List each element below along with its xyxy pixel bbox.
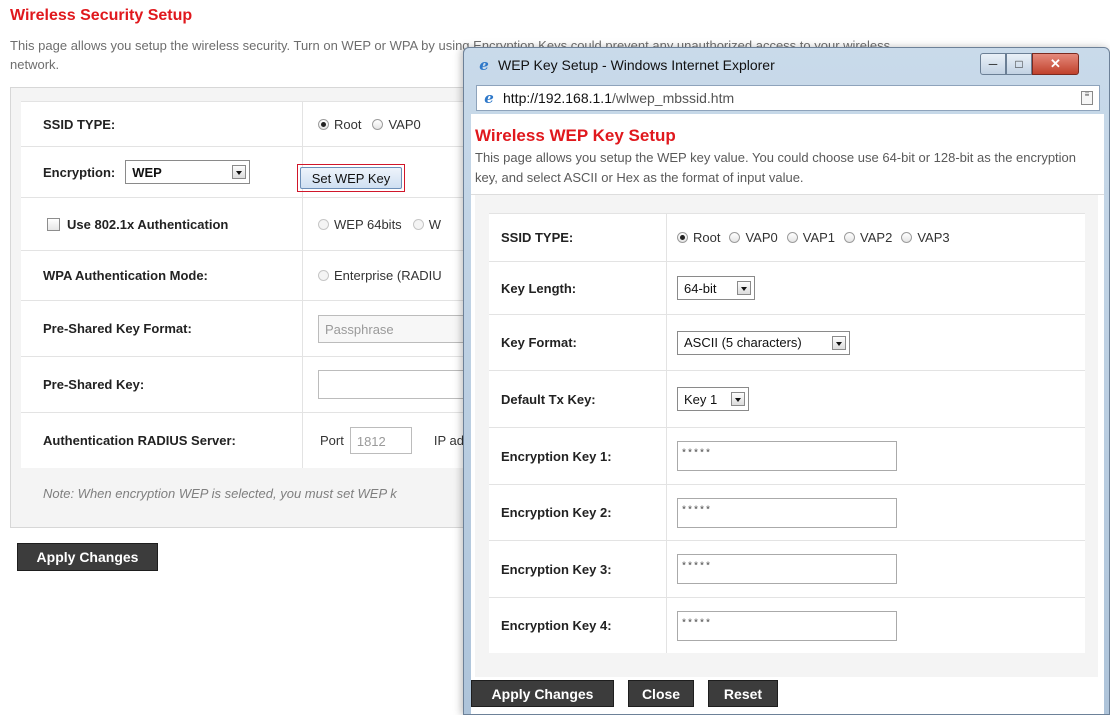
radio-icon xyxy=(318,118,329,130)
radius-server-row: Authentication RADIUS Server: Port 1812 … xyxy=(21,412,511,468)
key-format-select[interactable]: ASCII (5 characters) xyxy=(677,330,850,355)
minimize-button[interactable]: ─ xyxy=(980,53,1006,75)
wep-128bits-radio[interactable]: W xyxy=(412,217,441,232)
psk-row: Pre-Shared Key: xyxy=(21,356,511,412)
radio-icon xyxy=(786,232,798,243)
popup-ssid-root-radio[interactable]: Root xyxy=(677,230,720,245)
encryption-key-3-label: Encryption Key 3: xyxy=(489,541,667,597)
maximize-button[interactable]: □ xyxy=(1006,53,1032,75)
port-label: Port xyxy=(320,433,344,448)
address-host: http://192.168.1.1 xyxy=(503,90,612,106)
popup-ssid-vap3-radio[interactable]: VAP3 xyxy=(901,230,950,245)
use-8021x-label: Use 802.1x Authentication xyxy=(67,216,229,232)
key-format-row: Key Format: ASCII (5 characters) xyxy=(489,314,1085,370)
encryption-key-1-row: Encryption Key 1: ***** xyxy=(489,427,1085,484)
ssid-root-radio[interactable]: Root xyxy=(318,117,361,132)
popup-content: Wireless WEP Key Setup This page allows … xyxy=(471,114,1104,714)
address-path: /wlwep_mbssid.htm xyxy=(611,90,735,106)
psk-format-label: Pre-Shared Key Format: xyxy=(21,301,303,356)
encryption-key-2-label: Encryption Key 2: xyxy=(489,485,667,540)
radio-icon xyxy=(318,270,329,281)
ip-address-label: IP ad xyxy=(433,433,464,448)
encryption-key-4-label: Encryption Key 4: xyxy=(489,598,667,653)
note-row: Note: When encryption WEP is selected, y… xyxy=(21,468,511,520)
popup-ssid-row: SSID TYPE: Root VAP0 VAP1 VAP2 VAP3 xyxy=(489,213,1085,261)
radius-server-label: Authentication RADIUS Server: xyxy=(21,413,303,468)
window-close-button[interactable]: ✕ xyxy=(1032,53,1079,75)
popup-ssid-label: SSID TYPE: xyxy=(489,214,667,261)
popup-ssid-vap2-radio[interactable]: VAP2 xyxy=(844,230,892,245)
encryption-key-2-input[interactable]: ***** xyxy=(677,497,897,528)
radio-icon xyxy=(844,232,856,243)
key-length-row: Key Length: 64-bit xyxy=(489,261,1085,314)
encryption-row: Encryption: WEP xyxy=(21,146,511,197)
key-length-select[interactable]: 64-bit xyxy=(677,276,755,300)
popup-apply-changes-button[interactable]: Apply Changes xyxy=(471,680,614,707)
encryption-key-4-row: Encryption Key 4: ***** xyxy=(489,597,1085,653)
encryption-key-4-input[interactable]: ***** xyxy=(677,610,897,641)
page-title: Wireless Security Setup xyxy=(10,7,193,24)
encryption-key-3-row: Encryption Key 3: ***** xyxy=(489,540,1085,597)
encryption-key-1-label: Encryption Key 1: xyxy=(489,428,667,484)
key-length-label: Key Length: xyxy=(489,262,667,314)
port-input[interactable]: 1812 xyxy=(349,427,412,454)
radio-icon xyxy=(677,232,688,243)
set-wep-key-button[interactable]: Set WEP Key xyxy=(297,164,405,192)
window-title: WEP Key Setup - Windows Internet Explore… xyxy=(498,57,775,73)
page-ie-icon: e xyxy=(484,89,494,107)
internet-explorer-icon: e xyxy=(479,56,489,74)
use-8021x-checkbox[interactable] xyxy=(47,217,60,231)
default-tx-key-label: Default Tx Key: xyxy=(489,371,667,427)
maximize-icon: □ xyxy=(1015,57,1023,71)
wep-key-panel: SSID TYPE: Root VAP0 VAP1 VAP2 VAP3 Key … xyxy=(475,195,1098,677)
psk-label: Pre-Shared Key: xyxy=(21,357,303,412)
popup-button-bar: Apply Changes Close Reset xyxy=(471,680,778,707)
address-bar[interactable]: e http://192.168.1.1/wlwep_mbssid.htm ≡ xyxy=(476,85,1100,111)
default-tx-key-select[interactable]: Key 1 xyxy=(677,387,749,411)
encryption-label: Encryption: xyxy=(43,164,116,180)
radio-icon xyxy=(318,218,329,230)
minimize-icon: ─ xyxy=(988,57,998,71)
apply-changes-button[interactable]: Apply Changes xyxy=(17,543,158,571)
radio-icon xyxy=(901,232,913,243)
popup-description: This page allows you setup the WEP key v… xyxy=(475,150,1077,185)
key-format-label: Key Format: xyxy=(489,315,667,370)
popup-page-title: Wireless WEP Key Setup xyxy=(475,126,676,145)
default-tx-key-row: Default Tx Key: Key 1 xyxy=(489,370,1085,427)
chevron-down-icon xyxy=(232,165,247,179)
close-icon: ✕ xyxy=(1050,56,1061,71)
popup-close-button[interactable]: Close xyxy=(628,680,694,707)
wep-note: Note: When encryption WEP is selected, y… xyxy=(43,486,397,501)
encryption-select[interactable]: WEP xyxy=(125,160,251,184)
security-settings-panel: SSID TYPE: Root VAP0 Encryption: WEP Use… xyxy=(10,87,511,528)
encryption-key-2-row: Encryption Key 2: ***** xyxy=(489,484,1085,540)
chevron-down-icon xyxy=(737,281,751,295)
psk-format-row: Pre-Shared Key Format: Passphrase xyxy=(21,300,511,356)
wep-64bits-radio[interactable]: WEP 64bits xyxy=(318,217,402,232)
wpa-auth-mode-label: WPA Authentication Mode: xyxy=(21,251,303,300)
radio-icon xyxy=(372,118,384,130)
ssid-type-row: SSID TYPE: Root VAP0 xyxy=(21,101,511,146)
use-8021x-row: Use 802.1x Authentication WEP 64bits W xyxy=(21,197,511,250)
chevron-down-icon xyxy=(832,335,846,350)
popup-ssid-vap1-radio[interactable]: VAP1 xyxy=(786,230,835,245)
wep-key-setup-window: e WEP Key Setup - Windows Internet Explo… xyxy=(463,47,1110,715)
chevron-down-icon xyxy=(731,392,745,406)
ssid-type-label: SSID TYPE: xyxy=(21,102,303,146)
popup-ssid-vap0-radio[interactable]: VAP0 xyxy=(729,230,778,245)
page-icon: ≡ xyxy=(1081,91,1093,105)
encryption-key-3-input[interactable]: ***** xyxy=(677,554,897,584)
encryption-key-1-input[interactable]: ***** xyxy=(677,441,897,471)
wpa-auth-mode-row: WPA Authentication Mode: Enterprise (RAD… xyxy=(21,250,511,300)
radio-icon xyxy=(412,218,424,230)
radio-icon xyxy=(729,232,741,243)
ssid-vap0-radio[interactable]: VAP0 xyxy=(372,117,421,132)
enterprise-radius-radio[interactable]: Enterprise (RADIU xyxy=(318,268,442,283)
popup-reset-button[interactable]: Reset xyxy=(708,680,778,707)
